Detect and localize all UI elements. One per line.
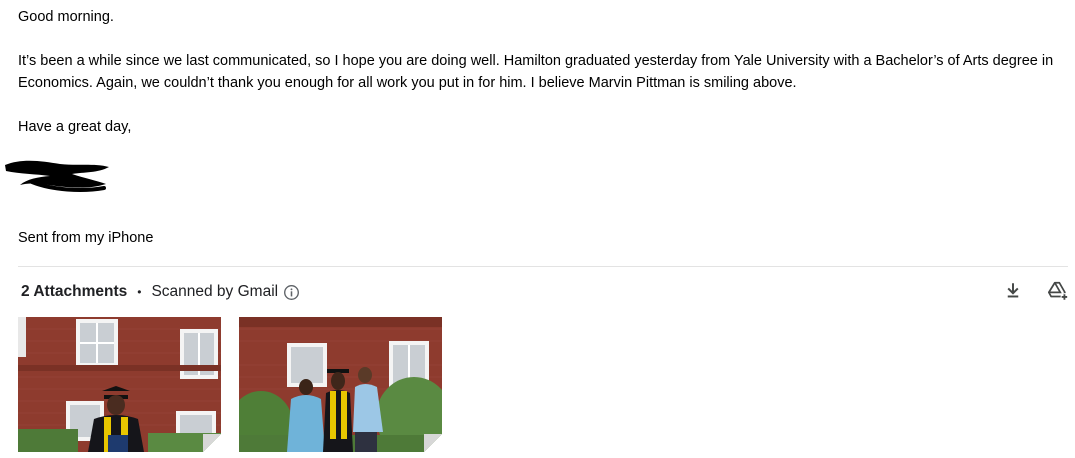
separator-dot: •: [137, 285, 142, 299]
email-paragraph: It’s been a while since we last communic…: [18, 53, 1054, 91]
graduation-photo-2: [239, 317, 442, 452]
info-icon[interactable]: [283, 284, 300, 301]
attachment-thumbnail-1[interactable]: [18, 317, 221, 452]
attachments-header: 2 Attachments • Scanned by Gmail: [21, 280, 300, 304]
download-all-button[interactable]: [1002, 280, 1024, 302]
divider: [18, 266, 1068, 267]
attachment-thumbnail-2[interactable]: [239, 317, 442, 452]
scanned-by-gmail-label: Scanned by Gmail: [151, 283, 279, 300]
email-closing: Have a great day,: [18, 119, 132, 135]
email-greeting: Good morning.: [18, 9, 114, 25]
email-signoff: Sent from my iPhone: [18, 230, 154, 246]
graduation-photo-1: [18, 317, 221, 452]
add-to-drive-icon: [1047, 281, 1069, 301]
add-to-drive-button[interactable]: [1047, 280, 1069, 302]
attachments-count: 2 Attachments: [21, 283, 128, 300]
download-icon: [1007, 283, 1019, 298]
redacted-signature: [5, 160, 109, 192]
